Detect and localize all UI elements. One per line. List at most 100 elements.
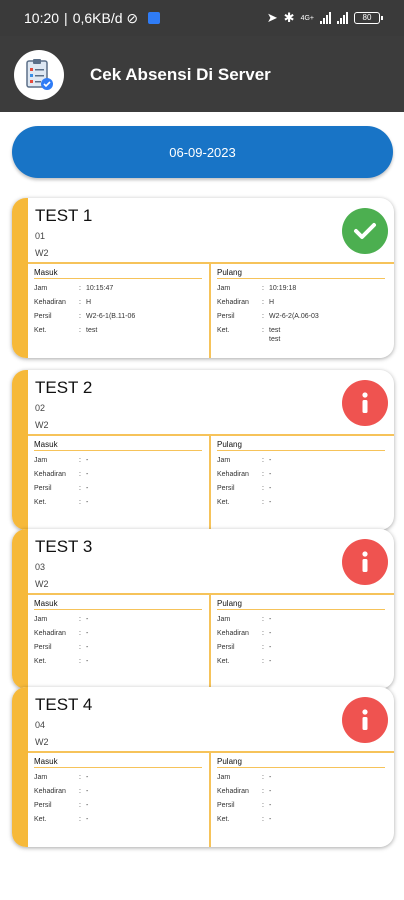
masuk-row-value: - — [86, 485, 89, 492]
pulang-row-label: Persil — [217, 644, 235, 651]
masuk-row: Persil : W2-6-1(B.11-06 — [34, 312, 202, 326]
pulang-row-label: Persil — [217, 802, 235, 809]
pulang-row: Ket. : test test — [217, 326, 385, 350]
card-vertical-divider — [209, 753, 211, 847]
masuk-row: Kehadiran : H — [34, 298, 202, 312]
masuk-row-label: Ket. — [34, 816, 47, 823]
masuk-row: Persil : - — [34, 484, 202, 498]
pulang-row-label: Kehadiran — [217, 471, 249, 478]
masuk-row-value: - — [86, 788, 89, 795]
pulang-row: Jam : 10:19:18 — [217, 284, 385, 298]
pulang-section-title: Pulang — [217, 440, 385, 451]
masuk-row-label: Persil — [34, 485, 52, 492]
location-icon: ➤ — [266, 10, 278, 25]
pulang-row: Persil : - — [217, 484, 385, 498]
masuk-row-value: - — [86, 644, 89, 651]
app-bar: Cek Absensi Di Server — [0, 36, 404, 112]
masuk-row-value: - — [86, 616, 89, 623]
status-bar-right: ➤ ✱ 4G+ 80 — [266, 10, 383, 26]
masuk-row-label: Kehadiran — [34, 630, 66, 637]
pulang-row-colon: : — [262, 774, 264, 781]
clipboard-check-icon[interactable] — [14, 50, 64, 100]
masuk-row: Jam : 10:15:47 — [34, 284, 202, 298]
pulang-row-colon: : — [262, 616, 264, 623]
status-bar-left: 10:20 | 0,6KB/d ⊘ — [24, 10, 161, 27]
masuk-row-label: Kehadiran — [34, 471, 66, 478]
pulang-row-label: Persil — [217, 485, 235, 492]
masuk-row-colon: : — [79, 299, 81, 306]
masuk-row-colon: : — [79, 616, 81, 623]
info-icon — [342, 539, 388, 585]
card-name: TEST 2 — [35, 378, 93, 397]
masuk-row-colon: : — [79, 774, 81, 781]
card-name: TEST 3 — [35, 537, 93, 556]
masuk-row-value: - — [86, 816, 89, 823]
pulang-row: Kehadiran : H — [217, 298, 385, 312]
pulang-row-colon: : — [262, 327, 264, 334]
masuk-row-colon: : — [79, 644, 81, 651]
masuk-row: Kehadiran : - — [34, 470, 202, 484]
pulang-row: Ket. : - — [217, 657, 385, 671]
attendance-card[interactable]: TEST 3 03 W2 Masuk Jam : - Kehadiran : -… — [12, 529, 394, 689]
masuk-row-colon: : — [79, 802, 81, 809]
pulang-row-colon: : — [262, 802, 264, 809]
sync-off-icon: ⊘ — [126, 10, 139, 26]
masuk-row-value: test — [86, 327, 98, 334]
pulang-row-label: Ket. — [217, 499, 230, 506]
masuk-section: Masuk Jam : 10:15:47 Kehadiran : H Persi… — [34, 268, 202, 340]
masuk-row: Ket. : - — [34, 657, 202, 671]
masuk-section-title: Masuk — [34, 268, 202, 279]
pulang-row-label: Jam — [217, 457, 231, 464]
pulang-row-colon: : — [262, 471, 264, 478]
attendance-card[interactable]: TEST 4 04 W2 Masuk Jam : - Kehadiran : -… — [12, 687, 394, 847]
check-icon — [342, 208, 388, 254]
masuk-row-colon: : — [79, 499, 81, 506]
card-vertical-divider — [209, 264, 211, 358]
battery-icon: 80 — [354, 12, 383, 24]
pulang-row-colon: : — [262, 644, 264, 651]
card-accent-stripe — [12, 529, 28, 689]
masuk-row-colon: : — [79, 485, 81, 492]
card-code: 02 — [35, 403, 46, 413]
pulang-row-label: Kehadiran — [217, 299, 249, 306]
pulang-row-colon: : — [262, 457, 264, 464]
attendance-card[interactable]: TEST 2 02 W2 Masuk Jam : - Kehadiran : -… — [12, 370, 394, 530]
masuk-row-value: 10:15:47 — [86, 285, 114, 292]
date-picker-button[interactable]: 06-09-2023 — [12, 126, 393, 178]
masuk-row-label: Jam — [34, 774, 48, 781]
status-speed: 0,6KB/d — [72, 10, 123, 26]
pulang-row-value: - — [269, 471, 272, 478]
masuk-row-colon: : — [79, 457, 81, 464]
pulang-row-label: Persil — [217, 313, 235, 320]
masuk-row: Jam : - — [34, 456, 202, 470]
network-type: 4G+ — [300, 14, 314, 22]
pulang-row-label: Ket. — [217, 658, 230, 665]
card-name: TEST 1 — [35, 206, 93, 225]
pulang-row-value: - — [269, 788, 272, 795]
masuk-row-label: Kehadiran — [34, 299, 66, 306]
card-divider — [28, 751, 394, 753]
attendance-card[interactable]: TEST 1 01 W2 Masuk Jam : 10:15:47 Kehadi… — [12, 198, 394, 358]
pulang-row-value: - — [269, 457, 272, 464]
pulang-section-title: Pulang — [217, 599, 385, 610]
masuk-row-colon: : — [79, 471, 81, 478]
pulang-row-value: - — [269, 630, 272, 637]
card-group: W2 — [35, 420, 49, 430]
masuk-row: Ket. : test — [34, 326, 202, 340]
pulang-row-value: - — [269, 485, 272, 492]
masuk-row-label: Persil — [34, 313, 52, 320]
masuk-section-title: Masuk — [34, 599, 202, 610]
masuk-row: Persil : - — [34, 643, 202, 657]
masuk-section-title: Masuk — [34, 440, 202, 451]
masuk-section: Masuk Jam : - Kehadiran : - Persil : - K… — [34, 757, 202, 829]
masuk-section-title: Masuk — [34, 757, 202, 768]
pulang-row-colon: : — [262, 499, 264, 506]
pulang-row-value: 10:19:18 — [269, 285, 297, 292]
masuk-row: Ket. : - — [34, 498, 202, 512]
masuk-row-colon: : — [79, 630, 81, 637]
pulang-row-colon: : — [262, 658, 264, 665]
masuk-row-value: - — [86, 630, 89, 637]
notification-icon — [148, 12, 161, 24]
pulang-row: Persil : W2-6-2(A.06-03 — [217, 312, 385, 326]
card-accent-stripe — [12, 198, 28, 358]
